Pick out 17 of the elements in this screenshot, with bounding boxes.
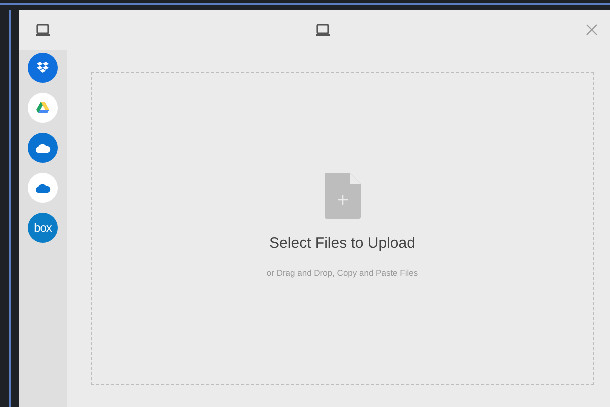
- cloud-icon: [35, 183, 51, 193]
- upload-hint: or Drag and Drop, Copy and Paste Files: [266, 267, 418, 280]
- drop-zone[interactable]: Select Files to Upload or Drag and Drop, Copy and Paste Files: [91, 72, 594, 385]
- box-logo: box: [34, 222, 52, 234]
- triangle-icon: [36, 102, 50, 114]
- source-button[interactable]: [28, 93, 58, 123]
- box-stack-icon: [36, 62, 50, 74]
- source-button[interactable]: [28, 133, 58, 163]
- close-icon: [586, 24, 598, 36]
- source-button[interactable]: [28, 53, 58, 83]
- cloud-icon: [35, 143, 51, 153]
- source-button[interactable]: [28, 173, 58, 203]
- upload-title: Select Files to Upload: [270, 234, 416, 254]
- source-button[interactable]: box: [28, 213, 58, 243]
- laptop-icon[interactable]: [36, 24, 50, 36]
- laptop-icon[interactable]: [316, 24, 330, 36]
- file-icon: [324, 172, 360, 219]
